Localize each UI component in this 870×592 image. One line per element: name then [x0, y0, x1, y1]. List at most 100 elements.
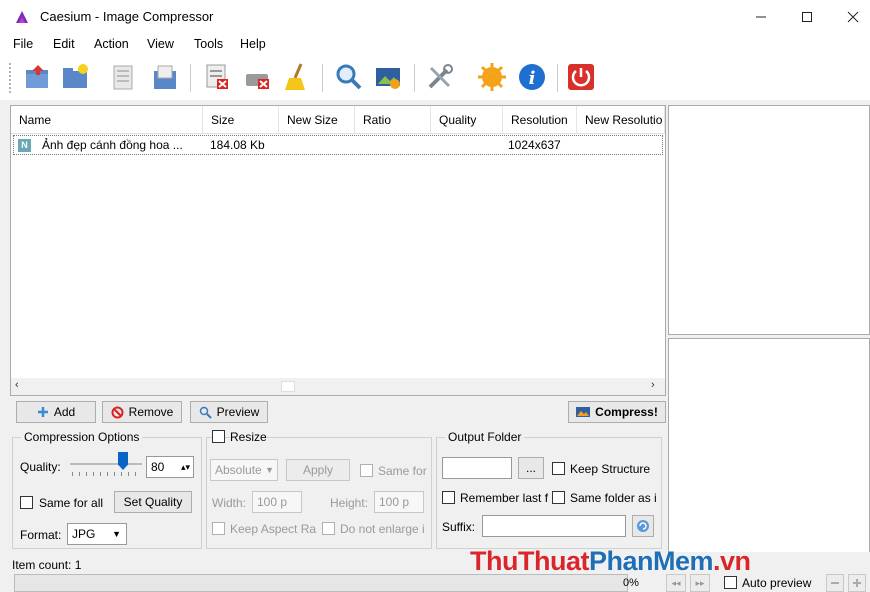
format-label: Format:: [20, 528, 62, 542]
list-header: Name Size New Size Ratio Quality Resolut…: [11, 106, 665, 134]
column-ratio[interactable]: Ratio: [355, 106, 431, 134]
browse-button[interactable]: ...: [518, 457, 544, 479]
suffix-label: Suffix:: [442, 520, 476, 534]
settings-icon[interactable]: [425, 62, 455, 92]
column-new-size[interactable]: New Size: [279, 106, 355, 134]
maximize-icon: [802, 12, 812, 22]
column-resolution[interactable]: Resolution: [503, 106, 577, 134]
power-icon[interactable]: [566, 62, 596, 92]
scrollbar-thumb[interactable]: [281, 381, 295, 392]
image-file-icon: N: [18, 139, 31, 152]
same-folder-checkbox[interactable]: [552, 491, 565, 504]
toolbar-separator: [557, 64, 558, 92]
preview-button[interactable]: Preview: [190, 401, 268, 423]
chevron-down-icon: ▼: [265, 465, 274, 475]
compression-options-title: Compression Options: [21, 430, 143, 444]
save-list-icon[interactable]: [108, 62, 138, 92]
remove-button[interactable]: Remove: [102, 401, 182, 423]
toolbar-separator: [414, 64, 415, 92]
add-button[interactable]: Add: [16, 401, 96, 423]
resize-checkbox[interactable]: [212, 430, 225, 443]
toolbar-grip: [8, 62, 12, 94]
menu-edit[interactable]: Edit: [53, 37, 75, 51]
height-spinbox[interactable]: 100 p: [374, 491, 424, 513]
compress-label: Compress!: [595, 405, 658, 419]
menu-file[interactable]: File: [13, 37, 33, 51]
file-list[interactable]: Name Size New Size Ratio Quality Resolut…: [10, 105, 666, 396]
width-spinbox[interactable]: 100 p: [252, 491, 302, 513]
scroll-right-icon[interactable]: ›: [651, 379, 655, 391]
quality-slider[interactable]: [70, 463, 142, 465]
same-for-all-label: Same for all: [39, 496, 104, 510]
same-for-all-checkbox[interactable]: [20, 496, 33, 509]
spin-arrows-icon[interactable]: ▴▾: [181, 457, 190, 477]
row-name: Ảnh đẹp cánh đồng hoa ...: [42, 138, 183, 152]
clear-list-icon[interactable]: [243, 62, 273, 92]
watermark-part2: PhanMem: [588, 546, 714, 576]
menu-action[interactable]: Action: [94, 37, 129, 51]
add-label: Add: [53, 405, 76, 419]
svg-text:i: i: [529, 68, 536, 89]
keep-structure-checkbox[interactable]: [552, 462, 565, 475]
minimize-button[interactable]: [738, 0, 784, 34]
menu-help[interactable]: Help: [240, 37, 266, 51]
zoom-out-button[interactable]: [826, 574, 844, 592]
same-for-checkbox[interactable]: [360, 464, 373, 477]
toolbar-separator: [190, 64, 191, 92]
update-icon[interactable]: [477, 62, 507, 92]
horizontal-scrollbar[interactable]: ‹ ›: [11, 378, 665, 395]
auto-preview-label: Auto preview: [742, 576, 812, 590]
compressed-preview-pane: [668, 338, 870, 558]
column-size[interactable]: Size: [203, 106, 279, 134]
close-button[interactable]: [830, 0, 870, 34]
compress-button[interactable]: Compress!: [568, 401, 666, 423]
do-not-enlarge-checkbox[interactable]: [322, 522, 335, 535]
apply-label: Apply: [302, 463, 334, 477]
reset-suffix-button[interactable]: [632, 515, 654, 537]
resize-mode-select[interactable]: Absolute ▼: [210, 459, 278, 481]
output-folder-input[interactable]: [442, 457, 512, 479]
resize-title: Resize: [230, 430, 267, 444]
magnifier-icon: [199, 406, 212, 419]
height-label: Height:: [330, 496, 369, 510]
progress-text: 0%: [623, 577, 639, 589]
format-value: JPG: [72, 527, 96, 541]
keep-aspect-label: Keep Aspect Ra: [230, 522, 317, 536]
same-for-label: Same for: [378, 464, 427, 478]
column-name[interactable]: Name: [11, 106, 203, 134]
zoom-in-button[interactable]: [848, 574, 866, 592]
preview-icon[interactable]: [373, 62, 403, 92]
menu-tools[interactable]: Tools: [194, 37, 223, 51]
scroll-left-icon[interactable]: ‹: [15, 379, 19, 391]
table-row[interactable]: N Ảnh đẹp cánh đồng hoa ... 184.08 Kb 10…: [13, 135, 663, 155]
watermark-part1: ThuThuat: [470, 546, 589, 576]
item-count: Item count: 1: [12, 558, 82, 572]
watermark-part3: .vn: [713, 546, 751, 576]
set-quality-label: Set Quality: [123, 495, 183, 509]
open-folder-icon[interactable]: [60, 62, 90, 92]
keep-structure-label: Keep Structure: [570, 462, 651, 476]
toolbar: i: [0, 56, 870, 100]
maximize-button[interactable]: [784, 0, 830, 34]
menu-view[interactable]: View: [147, 37, 174, 51]
clean-icon[interactable]: [281, 62, 311, 92]
apply-button[interactable]: Apply: [286, 459, 350, 481]
height-value: 100 p: [379, 495, 410, 509]
quality-spinbox[interactable]: 80 ▴▾: [146, 456, 194, 478]
set-quality-button[interactable]: Set Quality: [114, 491, 192, 513]
window-title: Caesium - Image Compressor: [40, 9, 214, 24]
import-list-icon[interactable]: [150, 62, 180, 92]
column-quality[interactable]: Quality: [431, 106, 503, 134]
format-select[interactable]: JPG ▼: [67, 523, 127, 545]
suffix-input[interactable]: [482, 515, 626, 537]
column-new-resolution[interactable]: New Resolutio: [577, 106, 665, 134]
remember-last-checkbox[interactable]: [442, 491, 455, 504]
search-icon[interactable]: [334, 62, 364, 92]
info-icon[interactable]: i: [517, 62, 547, 92]
auto-preview-checkbox[interactable]: [724, 576, 737, 589]
output-folder-title: Output Folder: [445, 430, 525, 444]
remove-item-icon[interactable]: [202, 62, 232, 92]
keep-aspect-checkbox[interactable]: [212, 522, 225, 535]
open-file-icon[interactable]: [22, 62, 52, 92]
arrows-icon: ▸▸: [695, 577, 705, 588]
